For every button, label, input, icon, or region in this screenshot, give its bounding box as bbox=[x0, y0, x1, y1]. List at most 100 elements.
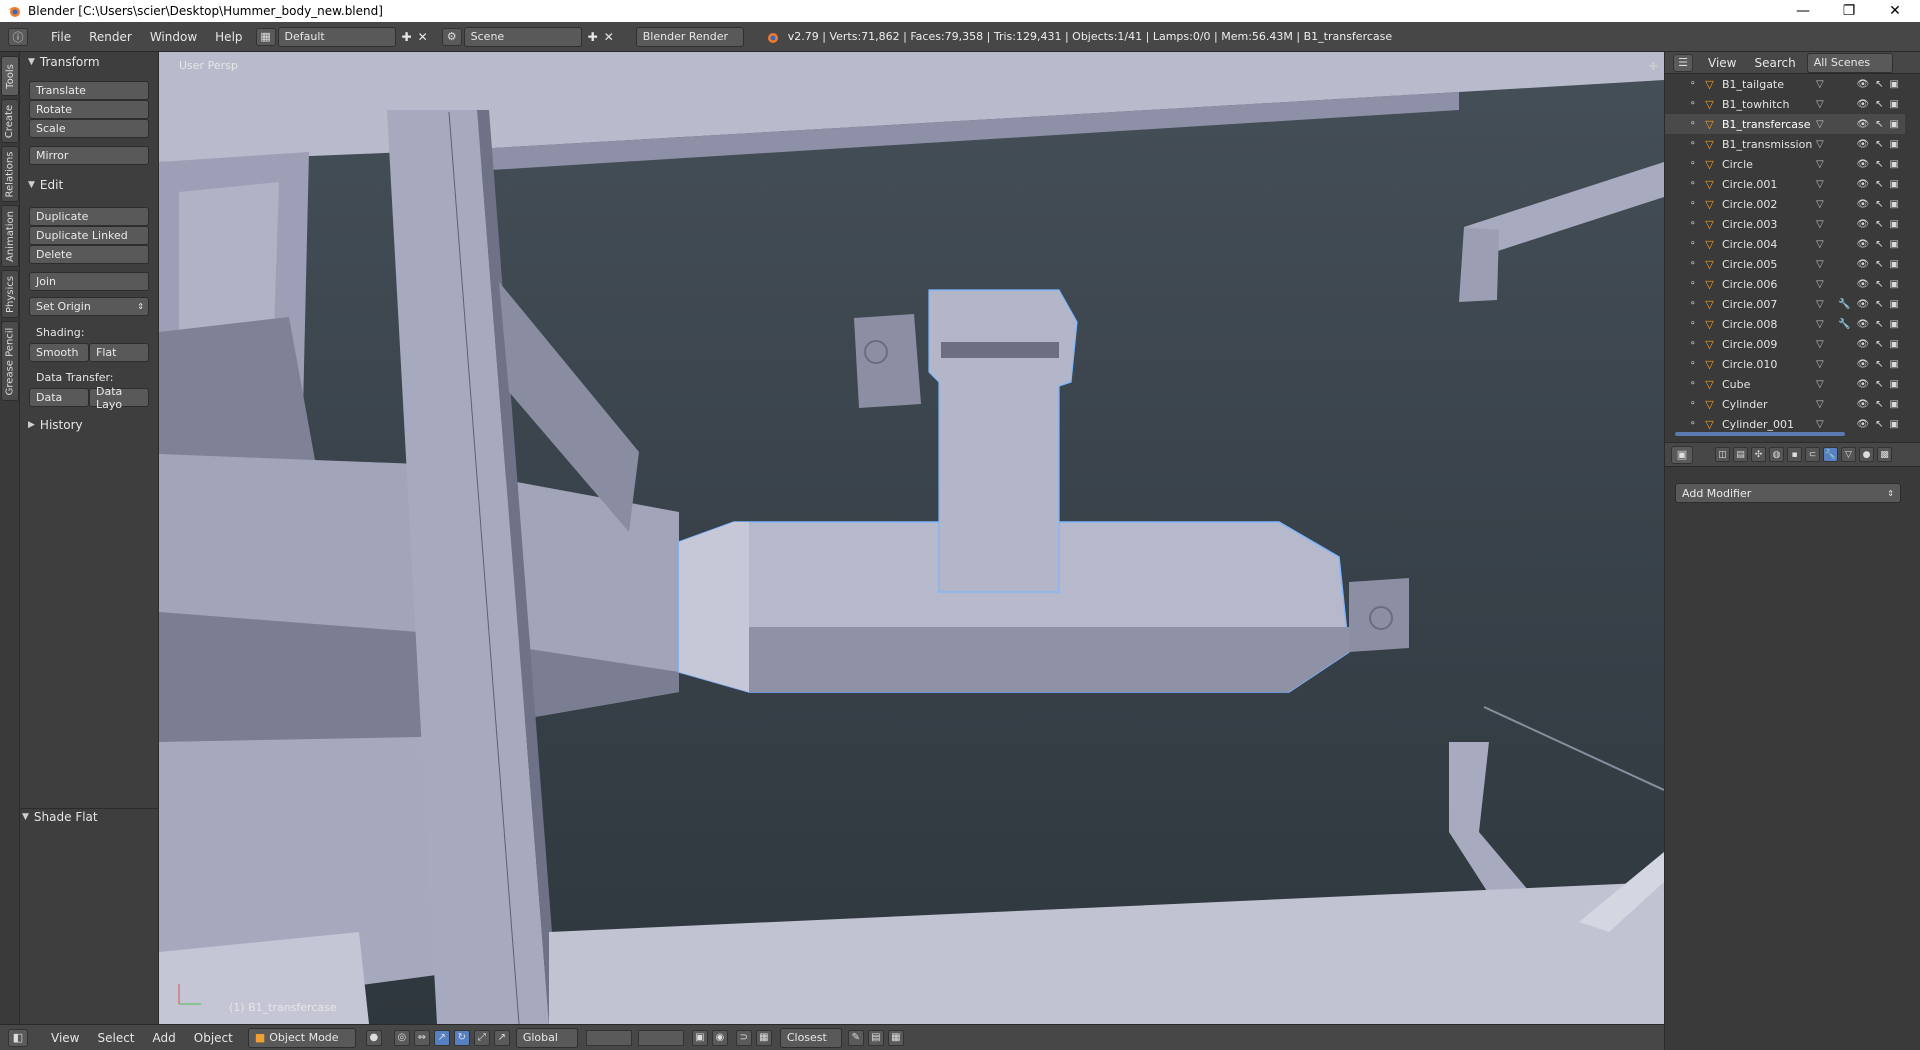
renderability-camera-icon[interactable]: ▣ bbox=[1890, 199, 1899, 210]
outliner-item[interactable]: ⚬ ▽ B1_transmission ▽ 👁 ↖ ▣ bbox=[1665, 134, 1905, 154]
hierarchy-toggle-icon[interactable]: ⚬ bbox=[1689, 279, 1697, 289]
mesh-data-icon[interactable]: ▽ bbox=[1816, 399, 1824, 410]
scale-button[interactable]: Scale bbox=[29, 119, 149, 138]
hierarchy-toggle-icon[interactable]: ⚬ bbox=[1689, 299, 1697, 309]
mesh-data-icon[interactable]: ▽ bbox=[1816, 419, 1824, 430]
hierarchy-toggle-icon[interactable]: ⚬ bbox=[1689, 419, 1697, 429]
renderability-camera-icon[interactable]: ▣ bbox=[1890, 379, 1899, 390]
mesh-data-icon[interactable]: ▽ bbox=[1816, 319, 1824, 330]
selectability-cursor-icon[interactable]: ↖ bbox=[1875, 119, 1883, 130]
selectability-cursor-icon[interactable]: ↖ bbox=[1875, 279, 1883, 290]
menu-window[interactable]: Window bbox=[141, 30, 206, 44]
mesh-data-icon[interactable]: ▽ bbox=[1816, 119, 1824, 130]
add-layout-icon[interactable]: ✚ bbox=[402, 30, 412, 44]
viewport-corner-icon[interactable]: ✚ bbox=[1649, 60, 1658, 73]
selectability-cursor-icon[interactable]: ↖ bbox=[1875, 199, 1883, 210]
selectability-cursor-icon[interactable]: ↖ bbox=[1875, 259, 1883, 270]
data-transfer-button[interactable]: Data bbox=[29, 388, 89, 407]
properties-editor-icon[interactable]: ▣ bbox=[1671, 445, 1693, 464]
outliner-item[interactable]: ⚬ ▽ Circle.003 ▽ 👁 ↖ ▣ bbox=[1665, 214, 1905, 234]
info-editor-icon[interactable]: ⓘ bbox=[8, 27, 28, 46]
texture-icon[interactable]: ▩ bbox=[1877, 447, 1892, 462]
outliner-item[interactable]: ⚬ ▽ Cylinder_001 ▽ 👁 ↖ ▣ bbox=[1665, 414, 1905, 434]
visibility-eye-icon[interactable]: 👁 bbox=[1856, 219, 1869, 230]
renderability-camera-icon[interactable]: ▣ bbox=[1890, 259, 1899, 270]
object-icon[interactable]: ▪ bbox=[1787, 447, 1802, 462]
outliner-item[interactable]: ⚬ ▽ Circle ▽ 👁 ↖ ▣ bbox=[1665, 154, 1905, 174]
mesh-data-icon[interactable]: ▽ bbox=[1816, 339, 1824, 350]
hierarchy-toggle-icon[interactable]: ⚬ bbox=[1689, 79, 1697, 89]
modifiers-icon[interactable]: 🔧 bbox=[1823, 447, 1838, 462]
scale-manipulator-icon[interactable]: ⤢ bbox=[473, 1029, 490, 1046]
renderability-camera-icon[interactable]: ▣ bbox=[1890, 339, 1899, 350]
mesh-data-icon[interactable]: ▽ bbox=[1816, 79, 1824, 90]
visibility-eye-icon[interactable]: 👁 bbox=[1856, 419, 1869, 430]
renderability-camera-icon[interactable]: ▣ bbox=[1890, 219, 1899, 230]
renderability-camera-icon[interactable]: ▣ bbox=[1890, 119, 1899, 130]
selectability-cursor-icon[interactable]: ↖ bbox=[1875, 239, 1883, 250]
modifier-wrench-icon[interactable]: 🔧 bbox=[1838, 319, 1850, 330]
mesh-data-icon[interactable]: ▽ bbox=[1816, 99, 1824, 110]
scene-icon[interactable]: ⚙ bbox=[441, 27, 462, 46]
mesh-data-icon[interactable]: ▽ bbox=[1816, 239, 1824, 250]
mesh-data-icon[interactable]: ▽ bbox=[1816, 199, 1824, 210]
selectability-cursor-icon[interactable]: ↖ bbox=[1875, 359, 1883, 370]
hierarchy-toggle-icon[interactable]: ⚬ bbox=[1689, 399, 1697, 409]
scene-icon[interactable]: ✣ bbox=[1751, 447, 1766, 462]
tab-relations[interactable]: Relations bbox=[1, 146, 19, 202]
add-scene-icon[interactable]: ✚ bbox=[588, 30, 598, 44]
pivot-point-icon[interactable]: ◎ bbox=[393, 1029, 410, 1046]
hierarchy-toggle-icon[interactable]: ⚬ bbox=[1689, 219, 1697, 229]
layers-icon[interactable]: ↗ bbox=[493, 1029, 510, 1046]
visibility-eye-icon[interactable]: 👁 bbox=[1856, 299, 1869, 310]
edit-panel-header[interactable]: ▼ Edit bbox=[28, 178, 63, 192]
data-icon[interactable]: ▽ bbox=[1841, 447, 1856, 462]
scene-field[interactable]: Scene bbox=[463, 26, 582, 47]
renderability-camera-icon[interactable]: ▣ bbox=[1890, 159, 1899, 170]
flat-button[interactable]: Flat bbox=[89, 343, 149, 362]
menu-add[interactable]: Add bbox=[144, 1031, 185, 1045]
add-modifier-dropdown[interactable]: Add Modifier ⇕ bbox=[1675, 483, 1901, 503]
snap-target-dropdown[interactable]: Closest bbox=[779, 1027, 842, 1048]
tab-animation[interactable]: Animation bbox=[1, 205, 19, 267]
renderability-camera-icon[interactable]: ▣ bbox=[1890, 239, 1899, 250]
visibility-eye-icon[interactable]: 👁 bbox=[1856, 199, 1869, 210]
translate-button[interactable]: Translate bbox=[29, 81, 149, 100]
outliner-item[interactable]: ⚬ ▽ Circle.009 ▽ 👁 ↖ ▣ bbox=[1665, 334, 1905, 354]
selectability-cursor-icon[interactable]: ↖ bbox=[1875, 99, 1883, 110]
renderability-camera-icon[interactable]: ▣ bbox=[1890, 79, 1899, 90]
hierarchy-toggle-icon[interactable]: ⚬ bbox=[1689, 179, 1697, 189]
mesh-data-icon[interactable]: ▽ bbox=[1816, 279, 1824, 290]
visibility-eye-icon[interactable]: 👁 bbox=[1856, 259, 1869, 270]
viewport-shading-icon[interactable]: ● bbox=[365, 1029, 382, 1046]
delete-button[interactable]: Delete bbox=[29, 245, 149, 264]
mesh-data-icon[interactable]: ▽ bbox=[1816, 379, 1824, 390]
screen-layout-icon[interactable]: ▦ bbox=[255, 27, 276, 46]
visibility-eye-icon[interactable]: 👁 bbox=[1856, 279, 1869, 290]
data-layout-button[interactable]: Data Layo bbox=[89, 385, 149, 411]
visibility-eye-icon[interactable]: 👁 bbox=[1856, 119, 1869, 130]
hierarchy-toggle-icon[interactable]: ⚬ bbox=[1689, 339, 1697, 349]
selectability-cursor-icon[interactable]: ↖ bbox=[1875, 159, 1883, 170]
duplicate-button[interactable]: Duplicate bbox=[29, 207, 149, 226]
menu-object[interactable]: Object bbox=[185, 1031, 242, 1045]
render-opengl-icon[interactable]: ✎ bbox=[847, 1029, 864, 1046]
close-window-button[interactable]: ✕ bbox=[1872, 0, 1918, 22]
modifier-wrench-icon[interactable]: 🔧 bbox=[1838, 299, 1850, 310]
outliner-item[interactable]: ⚬ ▽ Circle.005 ▽ 👁 ↖ ▣ bbox=[1665, 254, 1905, 274]
hierarchy-toggle-icon[interactable]: ⚬ bbox=[1689, 159, 1697, 169]
renderability-camera-icon[interactable]: ▣ bbox=[1890, 299, 1899, 310]
render-animation-icon[interactable]: ▤ bbox=[867, 1029, 884, 1046]
selectability-cursor-icon[interactable]: ↖ bbox=[1875, 319, 1883, 330]
proportional-editing-icon[interactable]: ◉ bbox=[711, 1029, 728, 1046]
manipulator-toggle-icon[interactable]: ⇔ bbox=[413, 1029, 430, 1046]
hierarchy-toggle-icon[interactable]: ⚬ bbox=[1689, 319, 1697, 329]
hierarchy-toggle-icon[interactable]: ⚬ bbox=[1689, 119, 1697, 129]
snap-toggle-icon[interactable]: ⊃ bbox=[735, 1029, 752, 1046]
outliner-item[interactable]: ⚬ ▽ Circle.004 ▽ 👁 ↖ ▣ bbox=[1665, 234, 1905, 254]
visibility-eye-icon[interactable]: 👁 bbox=[1856, 79, 1869, 90]
visibility-eye-icon[interactable]: 👁 bbox=[1856, 159, 1869, 170]
outliner-item[interactable]: ⚬ ▽ Cylinder ▽ 👁 ↖ ▣ bbox=[1665, 394, 1905, 414]
renderability-camera-icon[interactable]: ▣ bbox=[1890, 99, 1899, 110]
mesh-data-icon[interactable]: ▽ bbox=[1816, 179, 1824, 190]
